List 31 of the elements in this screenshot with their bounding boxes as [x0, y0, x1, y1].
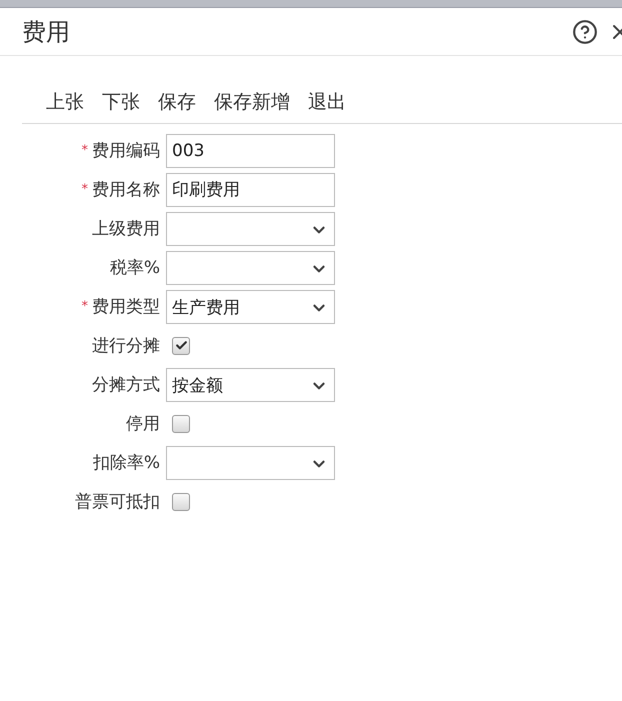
toolbar-button[interactable]: 下张 — [102, 89, 140, 115]
required-mark: * — [82, 299, 88, 314]
field-label: 费用名称 — [92, 179, 160, 201]
required-mark: * — [82, 143, 88, 158]
field-label: 扣除率% — [92, 452, 160, 474]
field-label: 停用 — [126, 413, 160, 435]
text-field[interactable]: 印刷费用 — [166, 172, 335, 206]
required-mark: * — [82, 182, 88, 197]
field-label: 分摊方式 — [92, 374, 160, 396]
dropdown-field[interactable]: 生产费用 — [166, 290, 335, 324]
check-icon — [174, 339, 188, 352]
text-field[interactable]: 003 — [166, 134, 335, 168]
field-label: 进行分摊 — [92, 335, 160, 357]
toolbar-button[interactable]: 上张 — [46, 89, 84, 115]
dropdown-field[interactable] — [166, 212, 335, 246]
checkbox[interactable] — [172, 414, 190, 432]
field-label: 上级费用 — [92, 218, 160, 240]
field-label: 费用编码 — [92, 140, 160, 162]
field-label: 普票可抵扣 — [75, 491, 160, 513]
toolbar-button[interactable]: 退出 — [308, 89, 346, 115]
field-label: 税率% — [110, 257, 160, 279]
dropdown-field[interactable]: 按金额 — [166, 368, 335, 402]
checkbox[interactable] — [172, 492, 190, 510]
dialog-title: 费用 — [22, 16, 70, 48]
help-icon[interactable] — [572, 18, 598, 44]
toolbar-button[interactable]: 保存 — [158, 89, 196, 115]
checkbox[interactable] — [172, 336, 190, 354]
toolbar-button[interactable]: 保存新增 — [214, 89, 290, 115]
dropdown-field[interactable] — [166, 250, 335, 284]
dropdown-field[interactable] — [166, 446, 335, 480]
field-label: 费用类型 — [92, 296, 160, 318]
